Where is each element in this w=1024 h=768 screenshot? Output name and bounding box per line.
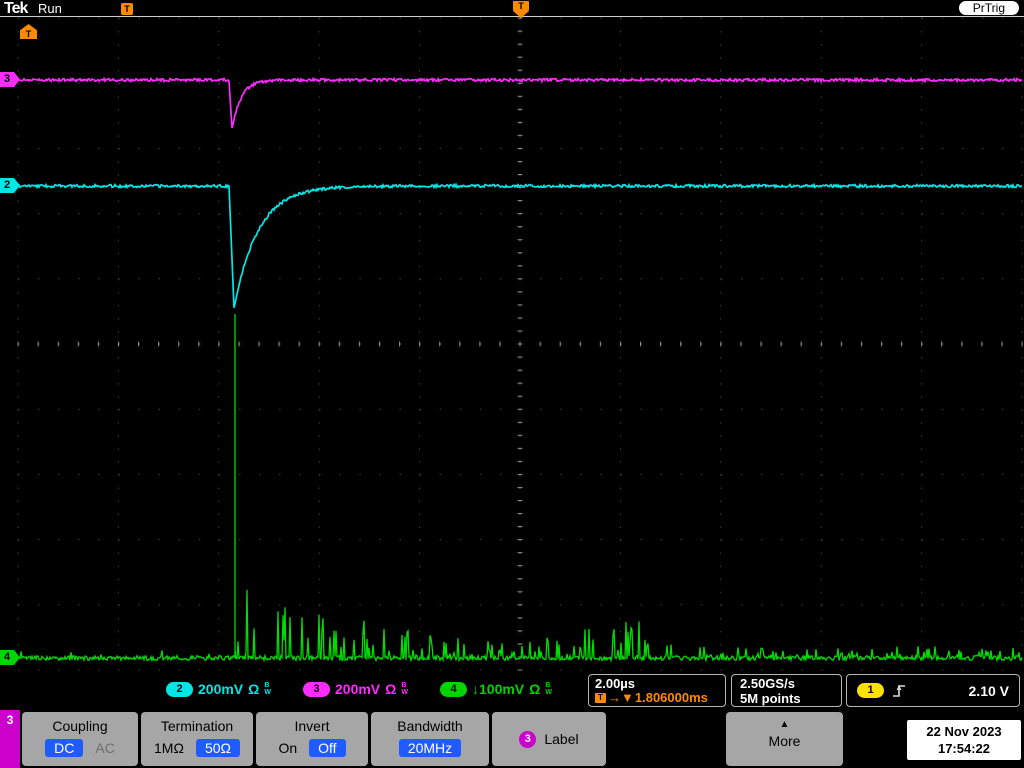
invert-button[interactable]: Invert On Off	[256, 712, 368, 766]
channel-3-impedance: Ω	[385, 681, 397, 697]
channel-4-impedance: Ω	[529, 681, 541, 697]
trigger-t-icon: T	[595, 693, 606, 703]
oscilloscope-screen: Tek Run PrTrig T T T 3 2 4 2 200mV Ω BW …	[0, 0, 1024, 768]
acquisition-readout-box: 2.50GS/s 5M points	[731, 674, 842, 707]
top-divider	[0, 16, 1024, 17]
channel-3-badge[interactable]: 3	[303, 681, 330, 697]
trigger-slope-icon	[893, 684, 905, 697]
graticule-waveform-display	[17, 17, 1023, 671]
trigger-position-readout: T →▼ 1.806000ms	[595, 691, 719, 705]
channel-2-scale: 200mV	[198, 681, 244, 697]
trigger-position-marker[interactable]: T	[513, 1, 529, 18]
label-text: Label	[544, 731, 579, 747]
invert-off-option[interactable]: Off	[309, 739, 346, 757]
termination-title: Termination	[160, 718, 234, 734]
more-text: More	[768, 733, 801, 749]
channel-3-bandwidth-limit-icon: BW	[401, 682, 408, 696]
trigger-position-arrow-icon	[513, 11, 529, 18]
time-text: 17:54:22	[937, 741, 991, 756]
channel-3-readout: 3 200mV Ω BW	[303, 681, 408, 697]
channel-3-scale: 200mV	[335, 681, 381, 697]
invert-on-option[interactable]: On	[278, 740, 297, 756]
date-text: 22 Nov 2023	[926, 724, 1002, 739]
menu-channel-tab: 3	[0, 710, 20, 768]
channel-4-scale: ↓100mV	[472, 681, 525, 697]
channel-4-bandwidth-limit-icon: BW	[545, 682, 552, 696]
timebase-arrow-icon: →▼	[608, 690, 634, 705]
trigger-level-label: T	[25, 29, 32, 39]
label-channel-badge: 3	[519, 730, 537, 748]
bottom-menu-bar: 3 Coupling DC AC Termination 1MΩ 50Ω Inv…	[0, 710, 1024, 768]
coupling-button[interactable]: Coupling DC AC	[22, 712, 138, 766]
timebase-scale: 2.00µs	[595, 676, 636, 691]
more-up-arrow-icon: ▲	[779, 719, 790, 730]
channel-2-bandwidth-limit-icon: BW	[264, 682, 271, 696]
more-button[interactable]: ▲ More	[726, 712, 843, 766]
readout-bar: 2 200mV Ω BW 3 200mV Ω BW 4 ↓100mV Ω BW …	[0, 672, 1024, 710]
label-button[interactable]: 3 Label	[492, 712, 606, 766]
bandwidth-button[interactable]: Bandwidth 20MHz	[371, 712, 489, 766]
datetime-display: 22 Nov 2023 17:54:22	[907, 720, 1021, 760]
invert-title: Invert	[294, 718, 330, 734]
bandwidth-value-option[interactable]: 20MHz	[398, 739, 462, 757]
coupling-title: Coupling	[52, 718, 108, 734]
coupling-ac-option[interactable]: AC	[95, 740, 114, 756]
sample-rate: 2.50GS/s	[740, 676, 795, 691]
horizontal-readout-box: 2.00µs T →▼ 1.806000ms	[588, 674, 726, 707]
record-length: 5M points	[740, 691, 801, 706]
trigger-level-value: 2.10 V	[968, 682, 1009, 699]
trigger-record-icon: T	[121, 3, 133, 15]
channel-2-badge[interactable]: 2	[166, 681, 193, 697]
pretrig-indicator: PrTrig	[958, 1, 1019, 15]
channel-4-badge[interactable]: 4	[440, 681, 467, 697]
coupling-dc-option[interactable]: DC	[45, 739, 84, 757]
channel-2-impedance: Ω	[248, 681, 260, 697]
trigger-position-label: T	[513, 1, 529, 11]
channel-2-readout: 2 200mV Ω BW	[166, 681, 271, 697]
acquisition-run-status: Run	[38, 1, 62, 16]
channel-4-readout: 4 ↓100mV Ω BW	[440, 681, 552, 697]
termination-1meg-option[interactable]: 1MΩ	[154, 740, 184, 756]
trigger-position-value: 1.806000ms	[634, 690, 708, 705]
bandwidth-title: Bandwidth	[397, 718, 463, 734]
trigger-readout-box: 1 2.10 V	[846, 674, 1020, 707]
termination-50ohm-option[interactable]: 50Ω	[195, 739, 240, 757]
termination-button[interactable]: Termination 1MΩ 50Ω	[141, 712, 253, 766]
trigger-source-badge: 1	[857, 683, 884, 698]
